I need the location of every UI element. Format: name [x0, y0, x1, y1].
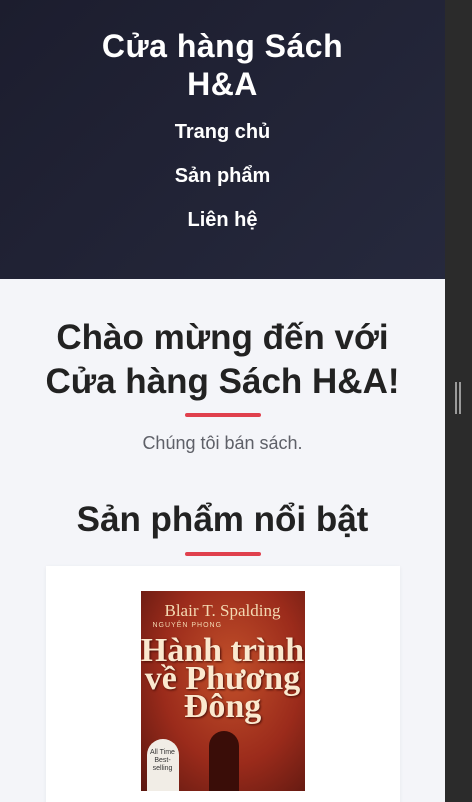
nav-link-contact[interactable]: Liên hệ [0, 209, 445, 231]
site-title: Cửa hàng Sách H&A [101, 28, 344, 102]
site-header: Cửa hàng Sách H&A Trang chủ Sản phẩm Liê… [0, 0, 445, 279]
cover-title: Hành trình về Phương Đông [140, 632, 305, 725]
main-content: Chào mừng đến với Cửa hàng Sách H&A! Chú… [0, 316, 445, 802]
heading-underline [184, 413, 261, 417]
cover-badge: All Time Best-selling [146, 739, 179, 791]
main-nav: Trang chủ Sản phẩm Liên hệ [0, 121, 445, 231]
cover-figure-silhouette [208, 731, 239, 791]
nav-link-home[interactable]: Trang chủ [0, 121, 445, 143]
featured-underline [184, 552, 261, 556]
featured-heading: Sản phẩm nổi bật [76, 500, 369, 539]
cover-author: Blair T. Spalding [164, 601, 281, 620]
book-cover-image[interactable]: Blair T. Spalding NGUYÊN PHONG Hành trìn… [140, 591, 305, 791]
welcome-heading: Chào mừng đến với Cửa hàng Sách H&A! [45, 318, 400, 401]
cover-translator: NGUYÊN PHONG [152, 622, 223, 629]
product-card[interactable]: Blair T. Spalding NGUYÊN PHONG Hành trìn… [45, 566, 400, 802]
browser-viewport: Cửa hàng Sách H&A Trang chủ Sản phẩm Liê… [0, 0, 445, 802]
scrollbar-grip-icon[interactable] [455, 382, 461, 414]
tagline: Chúng tôi bán sách. [142, 433, 303, 453]
nav-link-products[interactable]: Sản phẩm [0, 165, 445, 187]
